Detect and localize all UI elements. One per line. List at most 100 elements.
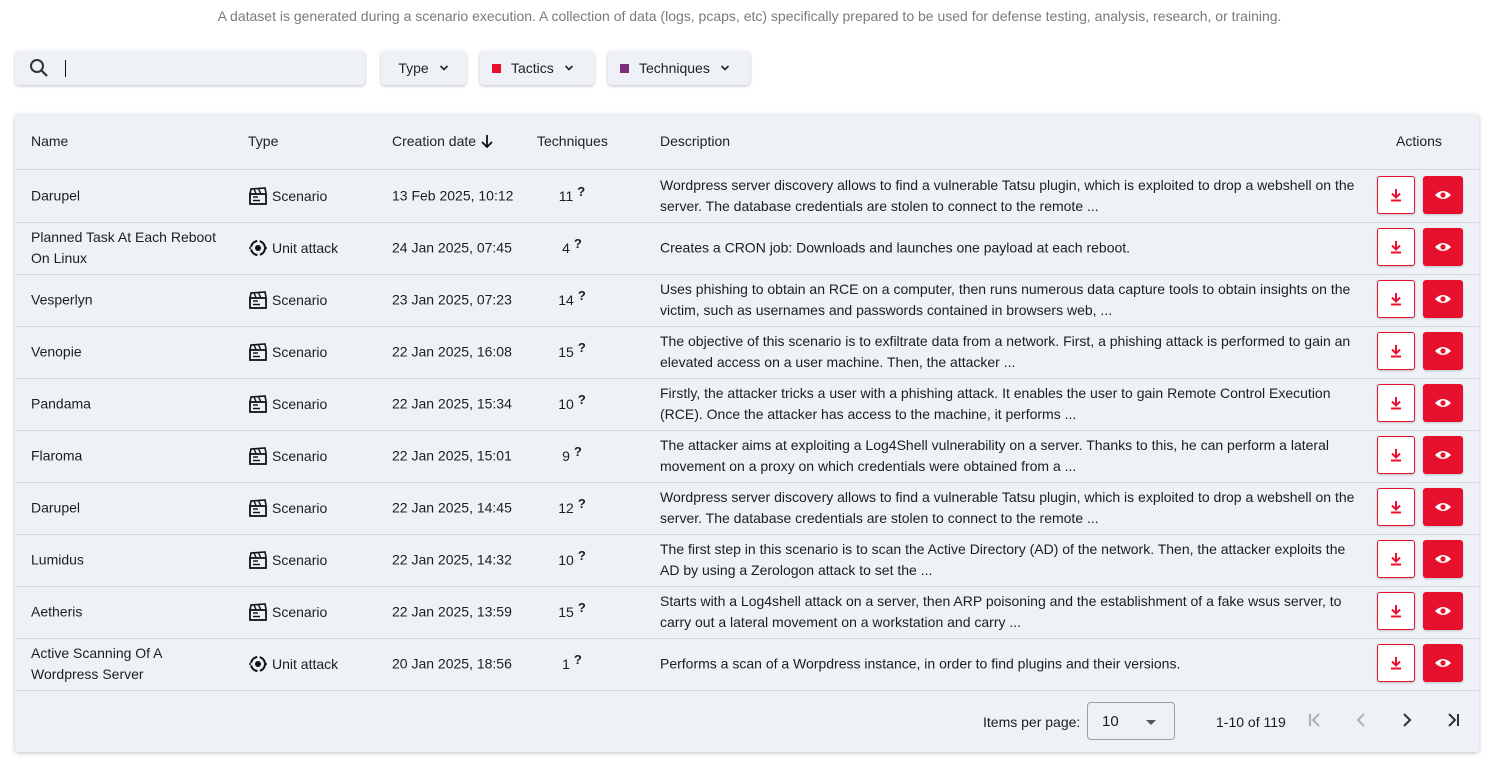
help-icon[interactable]: ? [578,340,586,355]
dataset-name[interactable]: Planned Task At Each Reboot On Linux [31,227,231,269]
dataset-type-label: Unit attack [272,240,339,256]
clapperboard-icon [249,499,267,517]
dataset-name[interactable]: Lumidus [31,550,231,571]
download-button[interactable] [1377,592,1415,630]
help-icon[interactable]: ? [577,184,585,199]
table-row[interactable]: Aetheris Scenario 22 Jan 2025, 13:59 15? Sta… [15,586,1479,639]
search-box[interactable] [15,51,365,85]
creation-date: 22 Jan 2025, 15:34 [392,395,512,412]
dataset-name[interactable]: Darupel [31,498,231,519]
table-row[interactable]: Lumidus Scenario 22 Jan 2025, 14:32 10? The … [15,534,1479,587]
view-button[interactable] [1423,644,1463,682]
dataset-type: Scenario [248,446,327,466]
download-button[interactable] [1377,488,1415,526]
download-button[interactable] [1377,228,1415,266]
view-button[interactable] [1423,176,1463,214]
table-row[interactable]: Vesperlyn Scenario 23 Jan 2025, 07:23 14? Us… [15,274,1479,327]
table-row[interactable]: Venopie Scenario 22 Jan 2025, 16:08 15? The … [15,326,1479,379]
download-button[interactable] [1377,540,1415,578]
table-row[interactable]: Darupel Scenario 22 Jan 2025, 14:45 12? Word… [15,482,1479,535]
techniques-count: 10? [537,548,607,568]
table-row[interactable]: Pandama Scenario 22 Jan 2025, 15:34 10? Firs… [15,378,1479,431]
chevron-down-icon [564,65,573,71]
download-button[interactable] [1377,332,1415,370]
type-filter-button[interactable]: Type [381,51,466,85]
download-button[interactable] [1377,280,1415,318]
column-header-actions: Actions [1396,133,1442,149]
techniques-count: 12? [537,496,607,516]
download-button[interactable] [1377,436,1415,474]
creation-date: 24 Jan 2025, 07:45 [392,239,512,256]
previous-page-icon[interactable] [1351,710,1371,730]
dataset-type-label: Scenario [272,552,328,568]
creation-date: 22 Jan 2025, 15:01 [392,447,512,464]
items-per-page-select[interactable]: 10 [1087,702,1175,740]
dataset-name[interactable]: Active Scanning Of A Wordpress Server [31,643,231,685]
first-page-icon[interactable] [1305,710,1325,730]
type-filter-label: Type [398,60,429,76]
download-icon [1391,241,1401,254]
help-icon[interactable]: ? [578,496,586,511]
table-row[interactable]: Active Scanning Of A Wordpress Server Uni… [15,638,1479,691]
view-button[interactable] [1423,228,1463,266]
dataset-type: Scenario [248,602,327,622]
view-button[interactable] [1423,592,1463,630]
eye-icon [1435,555,1451,563]
dataset-name[interactable]: Venopie [31,342,231,363]
help-icon[interactable]: ? [578,600,586,615]
search-input[interactable] [55,55,359,83]
dataset-name[interactable]: Darupel [31,186,231,207]
tactics-filter-button[interactable]: Tactics [480,51,594,85]
dataset-type-label: Unit attack [272,656,339,672]
download-icon [1391,501,1401,514]
view-button[interactable] [1423,280,1463,318]
techniques-count-value: 14 [558,292,574,308]
target-icon [249,240,267,256]
table-row[interactable]: Flaroma Scenario 22 Jan 2025, 15:01 9? The a… [15,430,1479,483]
help-icon[interactable]: ? [578,548,586,563]
items-per-page-label: Items per page: [983,714,1081,730]
view-button[interactable] [1423,332,1463,370]
table-row[interactable]: Planned Task At Each Reboot On Linux Unit… [15,222,1479,275]
next-page-icon[interactable] [1397,710,1417,730]
techniques-count-value: 15 [558,344,574,360]
help-icon[interactable]: ? [574,236,582,251]
view-button[interactable] [1423,540,1463,578]
dataset-type-label: Scenario [272,292,328,308]
download-button[interactable] [1377,384,1415,422]
view-button[interactable] [1423,488,1463,526]
download-button[interactable] [1377,176,1415,214]
last-page-icon[interactable] [1443,710,1463,730]
techniques-count: 15? [537,600,607,620]
help-icon[interactable]: ? [578,392,586,407]
creation-date: 22 Jan 2025, 13:59 [392,603,512,620]
search-icon [30,59,48,77]
table-row[interactable]: Darupel Scenario 13 Feb 2025, 10:12 11? Word… [15,170,1479,223]
dataset-name[interactable]: Aetheris [31,602,231,623]
eye-icon [1435,503,1451,511]
techniques-count-value: 9 [562,448,570,464]
view-button[interactable] [1423,436,1463,474]
items-per-page-value: 10 [1102,713,1119,730]
column-header-type[interactable]: Type [248,133,278,149]
dataset-name[interactable]: Pandama [31,394,231,415]
help-icon[interactable]: ? [574,652,582,667]
techniques-filter-button[interactable]: Techniques [608,51,750,85]
techniques-filter-label: Techniques [639,60,710,76]
dataset-name[interactable]: Flaroma [31,446,231,467]
dataset-type: Unit attack [248,238,338,258]
help-icon[interactable]: ? [578,288,586,303]
view-button[interactable] [1423,384,1463,422]
download-button[interactable] [1377,644,1415,682]
creation-date: 22 Jan 2025, 14:32 [392,551,512,568]
column-header-creation-date[interactable]: Creation date [392,133,495,149]
dataset-name[interactable]: Vesperlyn [31,290,231,311]
dataset-type: Scenario [248,394,327,414]
help-icon[interactable]: ? [574,444,582,459]
download-icon [1391,345,1401,358]
download-icon [1391,657,1401,670]
column-header-techniques[interactable]: Techniques [537,133,608,149]
column-header-name[interactable]: Name [31,133,68,149]
dataset-type: Scenario [248,186,327,206]
techniques-count-value: 4 [562,240,570,256]
